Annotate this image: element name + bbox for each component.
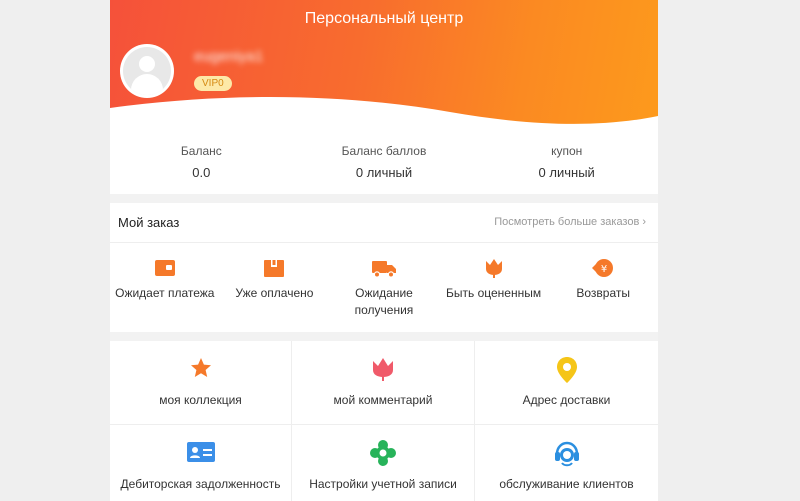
order-label: Уже оплачено bbox=[235, 286, 314, 300]
profile-header: Персональный центр eugeniya1 VIP0 bbox=[110, 0, 658, 132]
refund-icon: ¥ bbox=[592, 259, 614, 277]
personal-center-page: Персональный центр eugeniya1 VIP0 Баланс… bbox=[110, 0, 658, 501]
menu-label: Настройки учетной записи bbox=[309, 477, 457, 491]
settings-flower-icon bbox=[370, 440, 396, 466]
stat-value: 0.0 bbox=[192, 165, 211, 180]
page-title: Персональный центр bbox=[304, 10, 464, 27]
stat-points[interactable]: Баланс баллов 0 личный bbox=[293, 132, 476, 194]
tulip-icon bbox=[485, 259, 502, 278]
chevron-right-icon: › bbox=[642, 216, 646, 228]
location-pin-icon bbox=[556, 357, 577, 383]
stat-label: Баланс bbox=[180, 144, 222, 158]
vip-badge: VIP0 bbox=[194, 76, 232, 91]
menu-label: Дебиторская задолженность bbox=[120, 477, 281, 491]
wallet-icon bbox=[154, 260, 175, 276]
orders-title: Мой заказ bbox=[118, 215, 180, 230]
star-icon bbox=[190, 358, 211, 377]
menu-my-comment[interactable]: мой комментарий bbox=[292, 341, 475, 425]
avatar[interactable] bbox=[120, 44, 174, 98]
avatar-placeholder-icon bbox=[123, 47, 171, 95]
username: eugeniya1 bbox=[194, 48, 264, 65]
menu-label: мой комментарий bbox=[333, 393, 433, 407]
stat-value: 0 личный bbox=[355, 165, 413, 180]
order-label: Быть оцененным bbox=[446, 286, 542, 300]
menu-account-settings[interactable]: Настройки учетной записи bbox=[292, 425, 475, 501]
view-more-orders-link[interactable]: Посмотреть больше заказов › bbox=[494, 216, 646, 228]
stat-label: Баланс баллов bbox=[341, 144, 427, 158]
box-icon bbox=[264, 260, 285, 277]
tulip-icon bbox=[373, 358, 393, 381]
order-returns[interactable]: ¥ Возвраты bbox=[548, 243, 658, 332]
order-awaiting-receipt[interactable]: Ожидание получения bbox=[329, 243, 439, 332]
svg-text:¥: ¥ bbox=[601, 264, 607, 275]
menu-label: обслуживание клиентов bbox=[499, 477, 634, 491]
orders-header: Мой заказ Посмотреть больше заказов › bbox=[110, 203, 658, 243]
order-label: Ожидает платежа bbox=[115, 286, 215, 300]
menu-receivables[interactable]: Дебиторская задолженность bbox=[110, 425, 292, 501]
id-card-icon bbox=[186, 442, 215, 462]
menu-customer-service[interactable]: обслуживание клиентов bbox=[475, 425, 658, 501]
order-to-review[interactable]: Быть оцененным bbox=[439, 243, 549, 332]
customer-service-icon bbox=[554, 441, 579, 467]
menu-delivery-address[interactable]: Адрес доставки bbox=[475, 341, 658, 425]
order-label: Ожидание получения bbox=[354, 286, 414, 317]
stat-value: 0 личный bbox=[538, 165, 595, 180]
menu-label: моя коллекция bbox=[159, 393, 242, 407]
order-pending-payment[interactable]: Ожидает платежа bbox=[110, 243, 220, 332]
view-more-label: Посмотреть больше заказов bbox=[494, 216, 640, 228]
order-status-row: Ожидает платежа Уже оплачено Ожидание по… bbox=[110, 243, 658, 332]
services-grid: моя коллекция мой комментарий Адрес дост… bbox=[110, 341, 658, 501]
stat-coupon[interactable]: купон 0 личный bbox=[475, 132, 658, 194]
menu-label: Адрес доставки bbox=[522, 393, 611, 407]
order-label: Возвраты bbox=[576, 286, 630, 300]
account-stats: Баланс 0.0 Баланс баллов 0 личный купон … bbox=[110, 132, 658, 194]
stat-label: купон bbox=[551, 144, 583, 158]
stat-balance[interactable]: Баланс 0.0 bbox=[110, 132, 293, 194]
order-paid[interactable]: Уже оплачено bbox=[220, 243, 330, 332]
my-orders-section: Мой заказ Посмотреть больше заказов › Ожи… bbox=[110, 203, 658, 332]
menu-my-collection[interactable]: моя коллекция bbox=[110, 341, 292, 425]
truck-icon bbox=[371, 261, 396, 278]
